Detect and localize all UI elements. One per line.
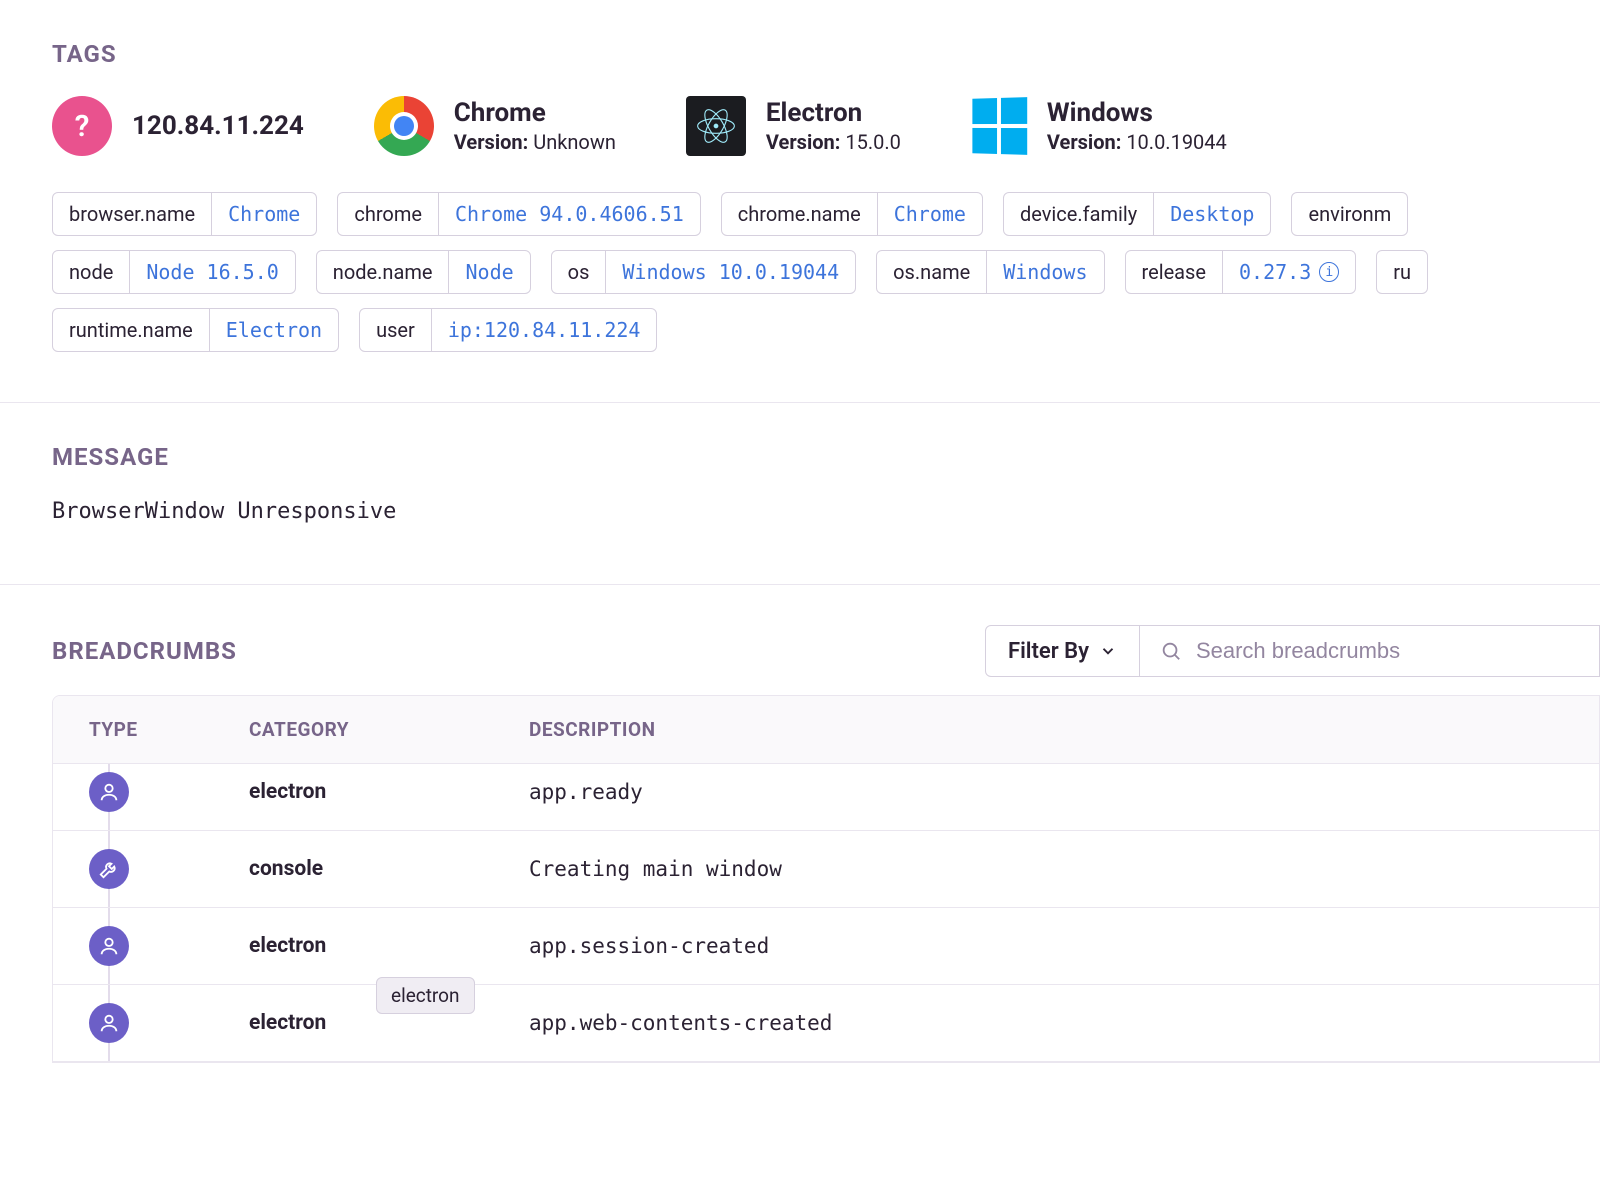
tag-pill[interactable]: ru bbox=[1376, 250, 1428, 294]
section-divider bbox=[0, 402, 1600, 403]
tag-value: Desktop bbox=[1153, 193, 1270, 235]
tag-key: os.name bbox=[877, 251, 986, 293]
tag-key: user bbox=[360, 309, 431, 351]
user-icon bbox=[89, 1003, 129, 1043]
electron-icon bbox=[686, 96, 746, 156]
breadcrumb-category: console bbox=[249, 857, 529, 881]
windows-icon bbox=[972, 97, 1027, 155]
message-heading: MESSAGE bbox=[52, 443, 1600, 471]
tag-key: device.family bbox=[1004, 193, 1153, 235]
filter-by-button[interactable]: Filter By bbox=[985, 625, 1140, 677]
breadcrumb-category: electron bbox=[249, 780, 529, 804]
context-os[interactable]: Windows Version: 10.0.19044 bbox=[971, 96, 1227, 156]
tag-pill[interactable]: browser.nameChrome bbox=[52, 192, 317, 236]
tag-value: Windows bbox=[986, 251, 1103, 293]
tag-value: 0.27.3i bbox=[1222, 251, 1355, 293]
breadcrumbs-controls: Filter By bbox=[985, 625, 1600, 677]
unknown-icon: ? bbox=[52, 96, 112, 156]
os-version: Version: 10.0.19044 bbox=[1047, 130, 1227, 154]
tag-pill[interactable]: runtime.nameElectron bbox=[52, 308, 339, 352]
breadcrumb-row[interactable]: electronapp.session-created bbox=[53, 908, 1599, 985]
user-icon bbox=[89, 772, 129, 812]
tag-pill[interactable]: userip:120.84.11.224 bbox=[359, 308, 657, 352]
context-browser[interactable]: Chrome Version: Unknown bbox=[374, 96, 616, 156]
runtime-version: Version: 15.0.0 bbox=[766, 130, 901, 154]
tag-key: runtime.name bbox=[53, 309, 209, 351]
tag-key: chrome.name bbox=[722, 193, 877, 235]
tag-pill[interactable]: environm bbox=[1291, 192, 1408, 236]
tag-value: Electron bbox=[209, 309, 338, 351]
context-ip[interactable]: ? 120.84.11.224 bbox=[52, 96, 304, 156]
tag-pill[interactable]: chrome.nameChrome bbox=[721, 192, 983, 236]
tag-key: chrome bbox=[338, 193, 438, 235]
tag-value: ip:120.84.11.224 bbox=[431, 309, 657, 351]
message-text: BrowserWindow Unresponsive bbox=[52, 499, 1600, 524]
tag-pill[interactable]: device.familyDesktop bbox=[1003, 192, 1272, 236]
info-icon[interactable]: i bbox=[1319, 262, 1339, 282]
wrench-icon bbox=[89, 849, 129, 889]
user-icon bbox=[89, 926, 129, 966]
runtime-name: Electron bbox=[766, 98, 901, 128]
tag-pill[interactable]: node.nameNode bbox=[316, 250, 531, 294]
breadcrumb-description: app.web-contents-created bbox=[529, 1011, 1563, 1035]
breadcrumb-category: electron bbox=[249, 934, 529, 958]
os-name: Windows bbox=[1047, 98, 1227, 128]
tag-key: release bbox=[1126, 251, 1222, 293]
tag-key: node.name bbox=[317, 251, 449, 293]
tag-value: Chrome 94.0.4606.51 bbox=[438, 193, 700, 235]
context-row: ? 120.84.11.224 Chrome Version: Unknown … bbox=[52, 96, 1600, 156]
col-description: DESCRIPTION bbox=[529, 718, 1563, 741]
section-divider bbox=[0, 584, 1600, 585]
breadcrumb-category: electron bbox=[249, 1011, 529, 1035]
chrome-icon bbox=[374, 96, 434, 156]
breadcrumbs-header: TYPE CATEGORY DESCRIPTION bbox=[53, 696, 1599, 764]
tag-value: Windows 10.0.19044 bbox=[605, 251, 855, 293]
breadcrumb-description: Creating main window bbox=[529, 857, 1563, 881]
search-icon bbox=[1160, 639, 1182, 663]
tag-value: Chrome bbox=[877, 193, 982, 235]
tag-pill[interactable]: release0.27.3i bbox=[1125, 250, 1357, 294]
ip-address: 120.84.11.224 bbox=[132, 111, 304, 141]
browser-version: Version: Unknown bbox=[454, 130, 616, 154]
col-category: CATEGORY bbox=[249, 718, 529, 741]
breadcrumb-row[interactable]: consoleCreating main window bbox=[53, 831, 1599, 908]
tag-key: environm bbox=[1292, 193, 1407, 235]
tags-heading: TAGS bbox=[52, 40, 1600, 68]
breadcrumb-description: app.session-created bbox=[529, 934, 1563, 958]
tag-value: Node 16.5.0 bbox=[129, 251, 294, 293]
tag-key: ru bbox=[1377, 251, 1427, 293]
breadcrumb-row[interactable]: electronapp.web-contents-createdelectron bbox=[53, 985, 1599, 1062]
filter-by-label: Filter By bbox=[1008, 639, 1089, 664]
breadcrumbs-heading: BREADCRUMBS bbox=[52, 637, 237, 665]
tag-pill[interactable]: nodeNode 16.5.0 bbox=[52, 250, 296, 294]
chevron-down-icon bbox=[1099, 642, 1117, 660]
tag-pill[interactable]: os.nameWindows bbox=[876, 250, 1104, 294]
tag-key: node bbox=[53, 251, 129, 293]
tag-key: os bbox=[552, 251, 606, 293]
tags-list: browser.nameChromechromeChrome 94.0.4606… bbox=[52, 192, 1600, 352]
tag-value: Node bbox=[448, 251, 529, 293]
breadcrumbs-table: TYPE CATEGORY DESCRIPTION electronapp.re… bbox=[52, 695, 1600, 1063]
context-runtime[interactable]: Electron Version: 15.0.0 bbox=[686, 96, 901, 156]
breadcrumb-row[interactable]: electronapp.ready bbox=[53, 764, 1599, 831]
tag-pill[interactable]: chromeChrome 94.0.4606.51 bbox=[337, 192, 700, 236]
breadcrumbs-search[interactable] bbox=[1140, 625, 1600, 677]
breadcrumb-description: app.ready bbox=[529, 780, 1563, 804]
tooltip: electron bbox=[376, 977, 475, 1014]
col-type: TYPE bbox=[89, 718, 249, 741]
tag-key: browser.name bbox=[53, 193, 211, 235]
breadcrumbs-search-input[interactable] bbox=[1196, 638, 1579, 664]
tag-value: Chrome bbox=[211, 193, 316, 235]
tag-pill[interactable]: osWindows 10.0.19044 bbox=[551, 250, 856, 294]
browser-name: Chrome bbox=[454, 98, 616, 128]
